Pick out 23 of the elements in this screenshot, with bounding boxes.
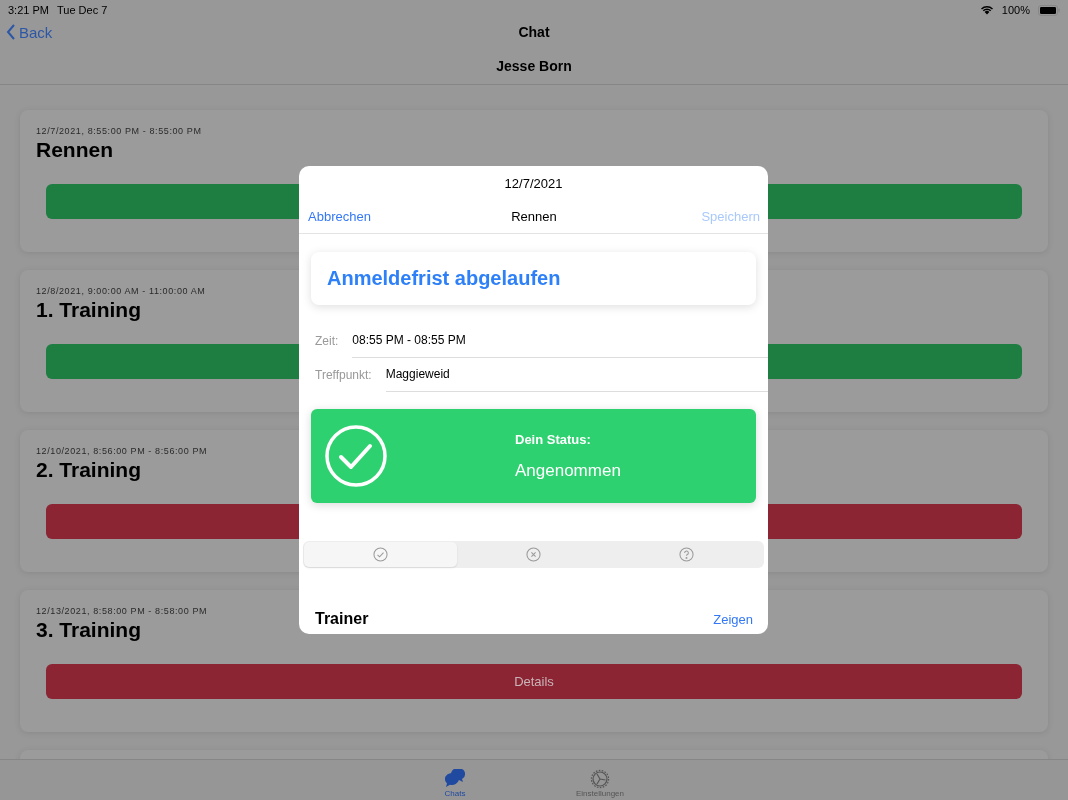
- field-value: Maggieweid: [385, 357, 768, 392]
- field-label: Zeit:: [315, 333, 339, 348]
- event-title: Rennen: [36, 138, 113, 162]
- event-title: 3. Training: [36, 618, 142, 642]
- event-datetime: 12/8/2021, 9:00:00 AM - 11:00:00 AM: [36, 286, 206, 296]
- event-title: 1. Training: [36, 298, 142, 322]
- status-value: Angenommen: [515, 460, 622, 481]
- status-label: Dein Status:: [515, 431, 592, 447]
- event-datetime: 12/7/2021, 8:55:00 PM - 8:55:00 PM: [36, 126, 202, 136]
- event-title: 2. Training: [36, 458, 142, 482]
- event-datetime: 12/10/2021, 8:56:00 PM - 8:56:00 PM: [36, 446, 208, 456]
- status-time: 3:21 PM: [8, 4, 49, 16]
- section-title: Trainer: [315, 610, 369, 628]
- nav-title: Chat: [518, 24, 550, 40]
- field-value: 08:55 PM - 08:55 PM: [352, 323, 768, 358]
- field-label: Treffpunkt:: [315, 367, 372, 382]
- chat-partner-name: Jesse Born: [496, 58, 572, 74]
- sheet-date: 12/7/2021: [504, 176, 563, 191]
- deadline-notice: Anmeldefrist abgelaufen: [311, 252, 756, 305]
- sheet-title: Rennen: [511, 208, 557, 224]
- status-date: Tue Dec 7: [56, 4, 108, 16]
- battery-percent: 100%: [1001, 4, 1030, 16]
- event-datetime: 12/13/2021, 8:58:00 PM - 8:58:00 PM: [36, 606, 208, 616]
